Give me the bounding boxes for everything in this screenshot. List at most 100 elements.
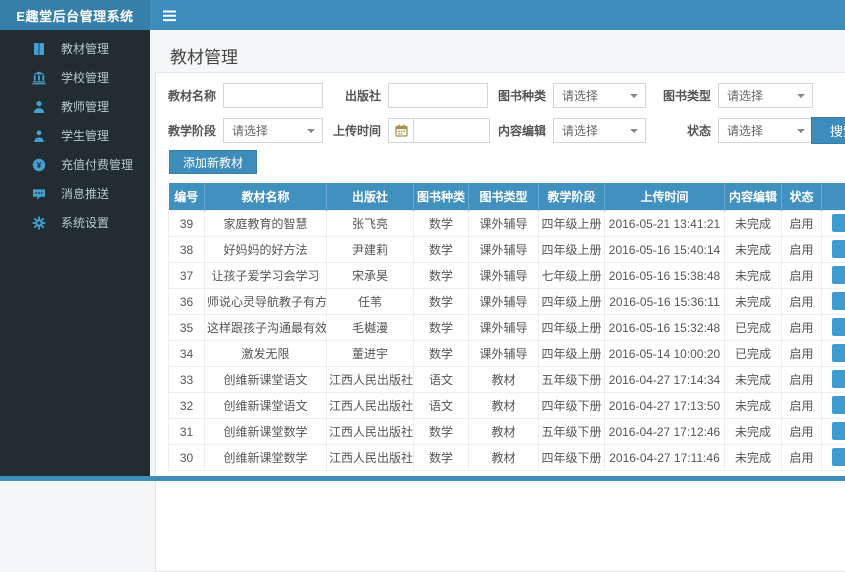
sidebar-item-students[interactable]: 学生管理: [0, 121, 150, 150]
book-type-select[interactable]: 请选择: [718, 83, 813, 108]
textbooks-table: 编号教材名称出版社图书种类图书类型教学阶段上传时间内容编辑状态 39家庭教育的智…: [168, 183, 845, 471]
action-cell: [822, 419, 845, 445]
row-action-button[interactable]: [832, 422, 845, 440]
cell: 38: [169, 237, 205, 263]
cell: 四年级上册: [539, 315, 605, 341]
table-row: 38好妈妈的好方法尹建莉数学课外辅导四年级上册2016-05-16 15:40:…: [169, 237, 845, 263]
cell: 启用: [782, 419, 822, 445]
row-action-button[interactable]: [832, 292, 845, 310]
teaching-stage-select[interactable]: 请选择: [223, 118, 323, 143]
row-action-button[interactable]: [832, 214, 845, 232]
content-editor-value: 请选择: [562, 122, 598, 139]
cell: 启用: [782, 393, 822, 419]
teacher-icon: [32, 100, 46, 114]
sidebar-item-teachers[interactable]: 教师管理: [0, 92, 150, 121]
sidebar-item-settings[interactable]: 系统设置: [0, 208, 150, 237]
cell: 启用: [782, 341, 822, 367]
chevron-down-icon: [630, 94, 638, 98]
upload-time-label: 上传时间: [333, 122, 381, 139]
cell: 江西人民出版社: [327, 393, 414, 419]
action-cell: [822, 315, 845, 341]
row-action-button[interactable]: [832, 344, 845, 362]
cell: 课外辅导: [469, 211, 539, 237]
filter-book-category: 图书种类 请选择: [498, 82, 646, 108]
status-label: 状态: [663, 122, 711, 139]
cell: 家庭教育的智慧: [205, 211, 327, 237]
cell: 数学: [414, 341, 469, 367]
cell: 2016-05-16 15:40:14: [605, 237, 725, 263]
cell: 启用: [782, 315, 822, 341]
search-button[interactable]: 搜索: [811, 117, 845, 144]
cell: 34: [169, 341, 205, 367]
action-cell: [822, 445, 845, 471]
cell: 语文: [414, 367, 469, 393]
settings-icon: [32, 216, 46, 230]
add-textbook-button[interactable]: 添加新教材: [169, 150, 257, 174]
cell: 33: [169, 367, 205, 393]
cell: 教材: [469, 367, 539, 393]
cell: 四年级下册: [539, 393, 605, 419]
row-action-button[interactable]: [832, 266, 845, 284]
cell: 宋承昊: [327, 263, 414, 289]
cell: 课外辅导: [469, 289, 539, 315]
action-cell: [822, 367, 845, 393]
cell: 2016-05-16 15:36:11: [605, 289, 725, 315]
book-category-label: 图书种类: [498, 87, 546, 104]
column-header: 上传时间: [605, 183, 725, 211]
row-action-button[interactable]: [832, 240, 845, 258]
cell: 数学: [414, 237, 469, 263]
cell: 2016-05-16 15:32:48: [605, 315, 725, 341]
cell: 未完成: [725, 211, 782, 237]
row-action-button[interactable]: [832, 448, 845, 466]
filter-book-type: 图书类型 请选择: [663, 82, 813, 108]
status-value: 请选择: [727, 122, 763, 139]
row-action-button[interactable]: [832, 318, 845, 336]
sidebar-item-textbooks[interactable]: 教材管理: [0, 34, 150, 63]
action-cell: [822, 237, 845, 263]
row-action-button[interactable]: [832, 370, 845, 388]
cell: 任苇: [327, 289, 414, 315]
chevron-down-icon: [630, 129, 638, 133]
content-editor-select[interactable]: 请选择: [553, 118, 646, 143]
upload-time-input[interactable]: [414, 118, 490, 143]
book-category-select[interactable]: 请选择: [553, 83, 646, 108]
app-logo[interactable]: E趣堂后台管理系统: [0, 0, 150, 30]
cell: 数学: [414, 315, 469, 341]
cell: 30: [169, 445, 205, 471]
cell: 35: [169, 315, 205, 341]
cell: 2016-04-27 17:14:34: [605, 367, 725, 393]
textbook-name-input[interactable]: [223, 83, 323, 108]
cell: 毛樾漫: [327, 315, 414, 341]
table-row: 33创维新课堂语文江西人民出版社语文教材五年级下册2016-04-27 17:1…: [169, 367, 845, 393]
cell: 教材: [469, 445, 539, 471]
sidebar-item-schools[interactable]: 学校管理: [0, 63, 150, 92]
cell: 2016-05-16 15:38:48: [605, 263, 725, 289]
cell: 五年级下册: [539, 367, 605, 393]
action-cell: [822, 393, 845, 419]
publisher-label: 出版社: [333, 87, 381, 104]
hamburger-icon[interactable]: [163, 9, 177, 21]
cell: 教材: [469, 419, 539, 445]
teaching-stage-label: 教学阶段: [168, 122, 216, 139]
calendar-icon[interactable]: [388, 118, 414, 143]
cell: 四年级上册: [539, 237, 605, 263]
sidebar-item-payments[interactable]: ¥ 充值付费管理: [0, 150, 150, 179]
filter-content-editor: 内容编辑 请选择: [498, 117, 646, 143]
sidebar-item-messages[interactable]: 消息推送: [0, 179, 150, 208]
table-row: 32创维新课堂语文江西人民出版社语文教材四年级下册2016-04-27 17:1…: [169, 393, 845, 419]
cell: 创维新课堂数学: [205, 445, 327, 471]
cell: 未完成: [725, 289, 782, 315]
top-navbar: [150, 0, 845, 30]
cell: 未完成: [725, 445, 782, 471]
cell: 师说心灵导航教子有方: [205, 289, 327, 315]
cell: 四年级上册: [539, 341, 605, 367]
filter-textbook-name: 教材名称: [168, 82, 323, 108]
row-action-button[interactable]: [832, 396, 845, 414]
cell: 启用: [782, 211, 822, 237]
cell: 未完成: [725, 237, 782, 263]
status-select[interactable]: 请选择: [718, 118, 813, 143]
cell: 启用: [782, 445, 822, 471]
cell: 创维新课堂语文: [205, 367, 327, 393]
publisher-input[interactable]: [388, 83, 488, 108]
main-content: 教材管理 教材名称 出版社 图书种类 请选择 图书类型: [150, 30, 845, 481]
